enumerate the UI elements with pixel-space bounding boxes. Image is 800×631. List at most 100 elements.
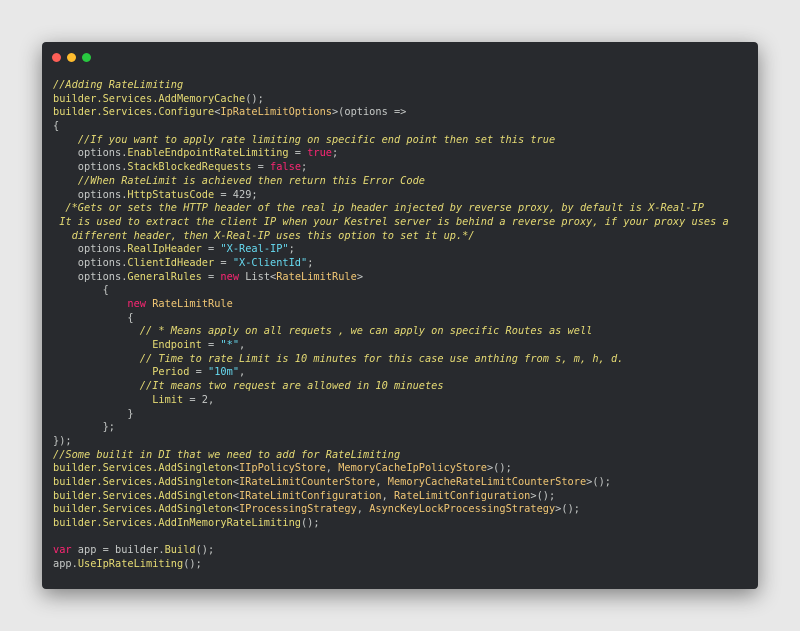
code-token-comment: // * Means apply on all requets , we can… <box>139 325 593 338</box>
code-token-keyword: false <box>270 161 302 174</box>
minimize-button[interactable] <box>67 53 76 62</box>
code-token-plain: >(); <box>555 503 580 516</box>
code-token-plain: }; <box>53 421 115 434</box>
code-line: builder.Services.AddInMemoryRateLimiting… <box>53 517 754 531</box>
code-line: //It means two request are allowed in 10… <box>53 380 754 394</box>
code-line: options.GeneralRules = new List<RateLimi… <box>53 271 754 285</box>
code-line: builder.Services.AddSingleton<IIpPolicyS… <box>53 462 754 476</box>
code-line: builder.Services.Configure<IpRateLimitOp… <box>53 106 754 120</box>
code-token-member: GeneralRules <box>127 270 202 283</box>
code-token-comment: //It means two request are allowed in 10… <box>139 380 444 393</box>
close-button[interactable] <box>52 53 61 62</box>
code-token-plain: { <box>53 311 134 324</box>
code-token-type: IRateLimitConfiguration <box>238 489 382 502</box>
code-line: }; <box>53 421 754 435</box>
code-token-comment: different header, then X-Real-IP uses th… <box>71 229 475 242</box>
code-token-plain: , <box>375 475 388 488</box>
code-line: Limit = 2, <box>53 394 754 408</box>
code-token-plain: { <box>53 120 60 133</box>
code-token-member: RealIpHeader <box>127 243 202 256</box>
code-token-keyword: var <box>53 544 72 557</box>
code-token-plain: app. <box>53 558 78 571</box>
code-line: options.ClientIdHeader = "X-ClientId"; <box>53 257 754 271</box>
code-token-type: IpRateLimitOptions <box>220 106 332 119</box>
code-line: { <box>53 120 754 134</box>
code-token-plain: (); <box>183 558 202 571</box>
code-token-member: HttpStatusCode <box>127 188 215 201</box>
maximize-button[interactable] <box>82 53 91 62</box>
code-token-plain: ; <box>307 256 314 269</box>
code-line: Endpoint = "*", <box>53 339 754 353</box>
code-token-type: RateLimitRule <box>276 270 357 283</box>
code-line: var app = builder.Build(); <box>53 544 754 558</box>
code-token-plain: List< <box>239 270 277 283</box>
code-line: // Time to rate Limit is 10 minutes for … <box>53 353 754 367</box>
code-token-keyword: new <box>220 270 240 283</box>
code-token-member: builder.Services.AddSingleton <box>53 462 233 475</box>
code-line: options.RealIpHeader = "X-Real-IP"; <box>53 243 754 257</box>
code-line: { <box>53 312 754 326</box>
code-token-plain: options. <box>53 256 128 269</box>
code-token-plain: = <box>201 243 221 256</box>
code-line: builder.Services.AddSingleton<IRateLimit… <box>53 476 754 490</box>
code-line: { <box>53 284 754 298</box>
code-token-plain: = <box>201 339 221 352</box>
code-token-plain: = <box>251 161 271 174</box>
code-line: different header, then X-Real-IP uses th… <box>53 230 754 244</box>
code-token-plain: , <box>356 503 370 516</box>
code-token-type: MemoryCacheIpPolicyStore <box>338 462 487 475</box>
code-token-plain: (); <box>195 544 215 557</box>
code-line: // * Means apply on all requets , we can… <box>53 325 754 339</box>
code-line: //Some builit in DI that we need to add … <box>53 449 754 463</box>
code-token-member: builder.Services.AddSingleton <box>53 503 233 516</box>
code-token-member: UseIpRateLimiting <box>77 558 184 571</box>
code-line: It is used to extract the client IP when… <box>53 216 754 230</box>
code-token-string: "10m" <box>208 366 240 379</box>
code-block: //Adding RateLimiting builder.Services.Ad… <box>53 79 754 572</box>
code-token-plain: ; <box>301 161 308 174</box>
code-line: app.UseIpRateLimiting(); <box>53 558 754 572</box>
code-line: } <box>53 408 754 422</box>
code-token-plain: options. <box>53 147 128 160</box>
code-token-comment: //Adding RateLimiting <box>53 79 184 91</box>
code-token-plain: = <box>288 147 308 160</box>
code-token-type: AsyncKeyLockProcessingStrategy <box>369 503 556 516</box>
code-line: builder.Services.AddSingleton<IRateLimit… <box>53 490 754 504</box>
code-token-string: "X-Real-IP" <box>220 243 289 256</box>
code-token-type: MemoryCacheRateLimitCounterStore <box>387 475 587 488</box>
code-token-plain: options. <box>53 161 128 174</box>
code-line: /*Gets or sets the HTTP header of the re… <box>53 202 754 216</box>
code-token-member: Period <box>152 366 190 379</box>
code-token-type: RateLimitConfiguration <box>393 489 531 502</box>
code-token-plain: (); <box>300 517 320 529</box>
code-token-plain: = 429; <box>214 188 258 201</box>
code-token-member: Endpoint <box>152 339 202 352</box>
code-line: Period = "10m", <box>53 366 754 380</box>
code-token-plain: = 2, <box>183 393 215 406</box>
code-window: //Adding RateLimiting builder.Services.Ad… <box>42 42 758 589</box>
code-token-plain: , <box>239 339 246 352</box>
code-token-member: builder.Services.AddSingleton <box>53 475 233 488</box>
code-token-member: builder.Services.AddMemoryCache <box>53 92 246 105</box>
code-token-comment: It is used to extract the client IP when… <box>59 215 729 228</box>
code-line: //When RateLimit is achieved then return… <box>53 175 754 189</box>
code-token-keyword: new <box>127 298 147 310</box>
code-line: //If you want to apply rate limiting on … <box>53 134 754 148</box>
code-token-member: builder.Services.AddSingleton <box>53 489 233 502</box>
code-token-member: StackBlockedRequests <box>127 161 252 174</box>
code-line: options.StackBlockedRequests = false; <box>53 161 754 175</box>
code-token-plain: options. <box>53 243 128 256</box>
code-token-member: EnableEndpointRateLimiting <box>127 147 289 160</box>
code-token-member: builder.Services.AddInMemoryRateLimiting <box>53 517 301 529</box>
code-token-plain: (); <box>245 92 264 105</box>
code-token-type: IProcessingStrategy <box>238 503 357 516</box>
code-line: //Adding RateLimiting <box>53 79 754 93</box>
